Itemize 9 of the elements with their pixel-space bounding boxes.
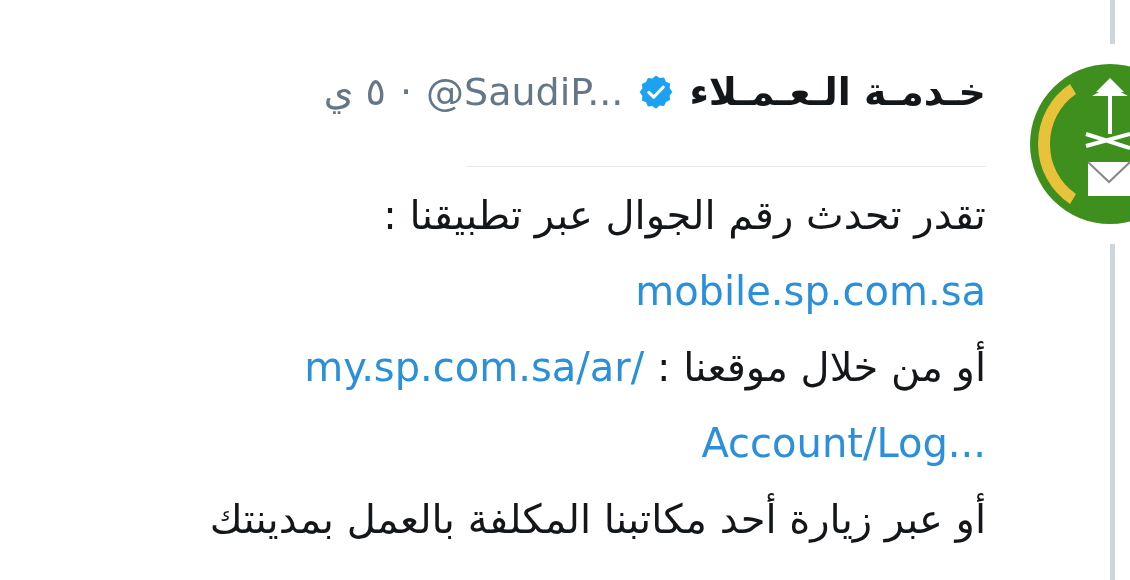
separator-dot: · bbox=[399, 70, 412, 114]
link[interactable]: mobile.sp.com.sa bbox=[635, 268, 986, 314]
user-handle: @SaudiP... bbox=[426, 70, 624, 114]
tweet-text: تقدر تحدث رقم الجوال عبر تطبيقنا : bbox=[383, 192, 986, 238]
link[interactable]: my.sp.com.sa/ar/ bbox=[304, 344, 645, 390]
display-name[interactable]: خـدمـة الـعـمـلاء bbox=[689, 70, 986, 114]
link[interactable]: Account/Log... bbox=[701, 420, 986, 466]
avatar[interactable] bbox=[1030, 64, 1130, 224]
tweet-time: ٥ ي bbox=[323, 70, 386, 114]
